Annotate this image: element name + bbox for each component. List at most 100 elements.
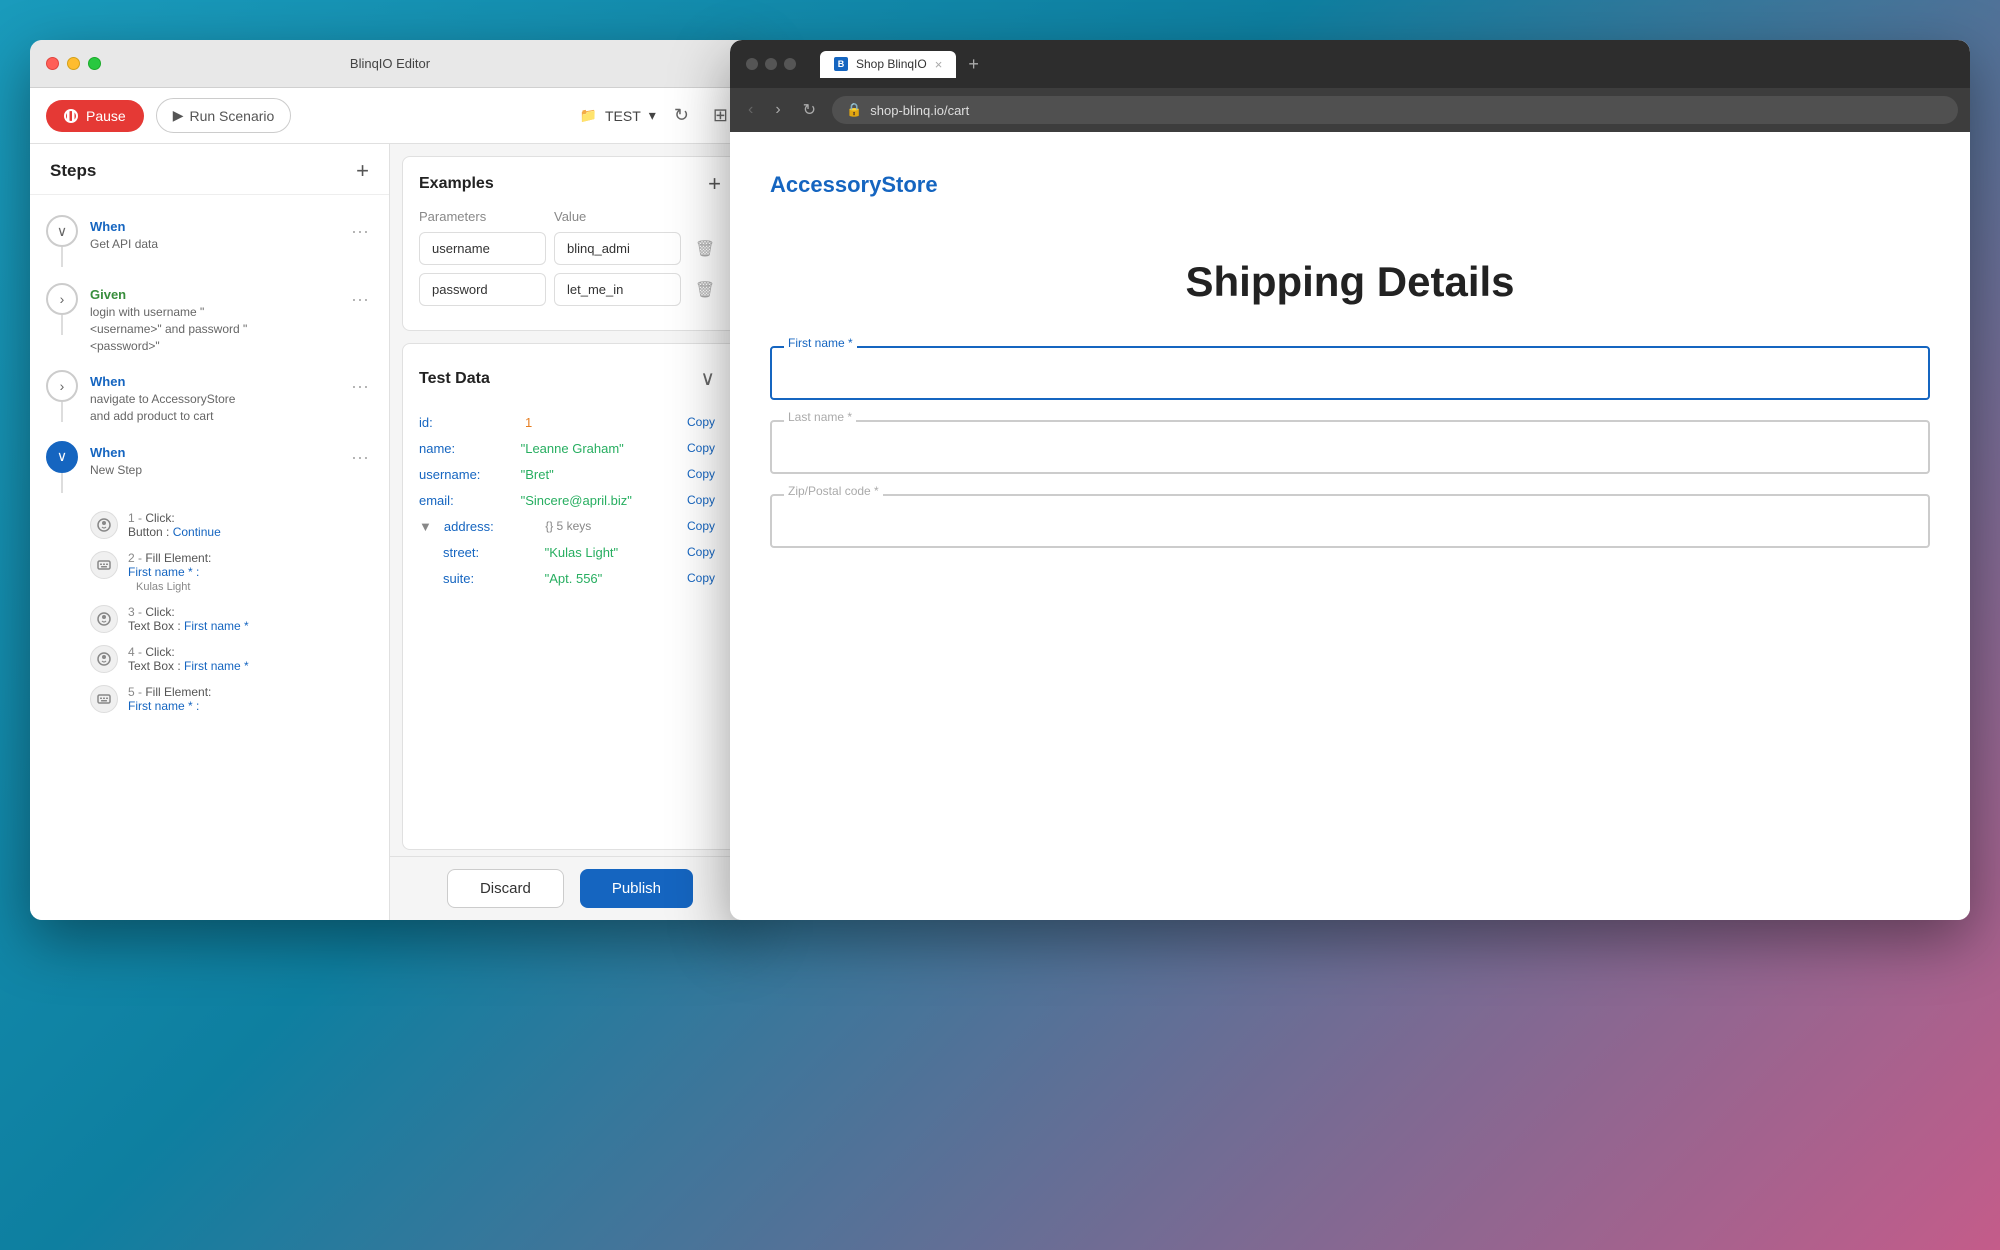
browser-tabs: B Shop BlinqIO × + bbox=[820, 50, 1954, 79]
traffic-lights bbox=[46, 57, 101, 70]
discard-button[interactable]: Discard bbox=[447, 869, 564, 908]
example-row: password let_me_in 🗑 bbox=[419, 273, 721, 306]
step-toggle[interactable]: › bbox=[46, 370, 78, 402]
browser-addressbar: ‹ › ↻ 🔒 shop-blinq.io/cart bbox=[730, 88, 1970, 132]
data-row-nested: street: "Kulas Light" Copy bbox=[419, 539, 721, 565]
folder-selector[interactable]: 📁 TEST ▾ bbox=[580, 107, 656, 124]
click-icon bbox=[90, 645, 118, 673]
pause-button[interactable]: Pause bbox=[46, 100, 144, 132]
steps-title: Steps bbox=[50, 161, 96, 181]
publish-button[interactable]: Publish bbox=[580, 869, 693, 908]
step-line bbox=[61, 402, 63, 422]
step-description: navigate to AccessoryStoreand add produc… bbox=[90, 391, 335, 425]
step-line bbox=[61, 473, 63, 493]
browser-tab-active[interactable]: B Shop BlinqIO × bbox=[820, 51, 956, 78]
delete-example-button[interactable]: 🗑 bbox=[689, 274, 721, 306]
step-type-when: When bbox=[90, 374, 335, 389]
data-key: username: bbox=[419, 467, 509, 482]
run-scenario-button[interactable]: ▶ Run Scenario bbox=[156, 98, 292, 133]
last-name-label: Last name * bbox=[784, 410, 856, 424]
data-value: "Bret" bbox=[517, 467, 673, 482]
data-key: email: bbox=[419, 493, 509, 508]
folder-icon: 📁 bbox=[580, 107, 597, 124]
steps-list: ∨ When Get API data ··· › bbox=[30, 195, 389, 920]
window-title: BlinqIO Editor bbox=[350, 56, 430, 71]
step-line bbox=[61, 247, 63, 267]
chevron-down-icon: ▾ bbox=[649, 107, 656, 124]
step-toggle[interactable]: › bbox=[46, 283, 78, 315]
sub-step-detail: Text Box : bbox=[128, 659, 184, 673]
forward-button[interactable]: › bbox=[769, 97, 786, 123]
expand-icon[interactable]: ▼ bbox=[419, 519, 432, 534]
step-more-button[interactable]: ··· bbox=[347, 443, 373, 472]
browser-titlebar: B Shop BlinqIO × + bbox=[730, 40, 1970, 88]
examples-section: Examples + Parameters Value username bli… bbox=[402, 156, 738, 331]
last-name-input[interactable] bbox=[770, 420, 1930, 474]
maximize-button[interactable] bbox=[88, 57, 101, 70]
sub-step-action: Fill Element: bbox=[145, 551, 211, 565]
add-example-button[interactable]: + bbox=[708, 173, 721, 195]
refresh-button[interactable]: ↻ bbox=[668, 99, 695, 132]
browser-window: B Shop BlinqIO × + ‹ › ↻ 🔒 shop-blinq.io… bbox=[730, 40, 1970, 920]
sub-step-action: Click: bbox=[145, 645, 174, 659]
sub-step-field-link[interactable]: First name * : bbox=[128, 565, 199, 579]
close-button[interactable] bbox=[46, 57, 59, 70]
step-type-when: When bbox=[90, 445, 335, 460]
step-toggle[interactable]: ∨ bbox=[46, 215, 78, 247]
new-tab-button[interactable]: + bbox=[960, 50, 987, 79]
add-step-button[interactable]: + bbox=[356, 160, 369, 182]
steps-header: Steps + bbox=[30, 144, 389, 195]
copy-button[interactable]: Copy bbox=[681, 413, 721, 431]
step-more-button[interactable]: ··· bbox=[347, 217, 373, 246]
test-data-collapse-button[interactable]: ∨ bbox=[694, 360, 721, 397]
minimize-button[interactable] bbox=[67, 57, 80, 70]
tab-favicon: B bbox=[834, 57, 848, 71]
step-connector: ∨ bbox=[46, 441, 78, 493]
sub-step-value: Kulas Light bbox=[128, 581, 190, 593]
step-item: › When navigate to AccessoryStoreand add… bbox=[30, 362, 389, 433]
right-panel: Examples + Parameters Value username bli… bbox=[390, 144, 750, 920]
click-icon bbox=[90, 511, 118, 539]
copy-button[interactable]: Copy bbox=[681, 569, 721, 587]
step-more-button[interactable]: ··· bbox=[347, 372, 373, 401]
back-button[interactable]: ‹ bbox=[742, 97, 759, 123]
sub-step-action: Fill Element: bbox=[145, 685, 211, 699]
sub-step-field-link[interactable]: First name * : bbox=[128, 699, 199, 713]
sub-step-link[interactable]: First name * bbox=[184, 659, 249, 673]
keyboard-icon bbox=[90, 551, 118, 579]
step-item: ∨ When Get API data ··· bbox=[30, 207, 389, 275]
param-column-header: Parameters bbox=[419, 209, 546, 224]
delete-example-button[interactable]: 🗑 bbox=[689, 233, 721, 265]
param-cell[interactable]: password bbox=[419, 273, 546, 306]
step-more-button[interactable]: ··· bbox=[347, 285, 373, 314]
sub-step-link[interactable]: Continue bbox=[173, 525, 221, 539]
data-key: id: bbox=[419, 415, 509, 430]
refresh-button[interactable]: ↻ bbox=[797, 96, 822, 124]
value-cell[interactable]: let_me_in bbox=[554, 273, 681, 306]
play-icon: ▶ bbox=[173, 107, 184, 124]
store-name-colored: Store bbox=[881, 172, 937, 197]
step-connector: ∨ bbox=[46, 215, 78, 267]
sub-step-detail: Button : bbox=[128, 525, 173, 539]
step-description: New Step bbox=[90, 462, 335, 479]
param-cell[interactable]: username bbox=[419, 232, 546, 265]
step-description: login with username "<username>" and pas… bbox=[90, 304, 335, 354]
copy-button[interactable]: Copy bbox=[681, 439, 721, 457]
desktop: BlinqIO Editor Pause ▶ Run Scenario 📁 bbox=[0, 0, 2000, 1250]
step-line bbox=[61, 315, 63, 335]
browser-close[interactable] bbox=[746, 58, 758, 70]
step-toggle-active[interactable]: ∨ bbox=[46, 441, 78, 473]
data-value: 1 bbox=[525, 415, 673, 430]
copy-button[interactable]: Copy bbox=[681, 543, 721, 561]
address-bar[interactable]: 🔒 shop-blinq.io/cart bbox=[832, 96, 1958, 124]
browser-maximize[interactable] bbox=[784, 58, 796, 70]
copy-button[interactable]: Copy bbox=[681, 465, 721, 483]
first-name-input[interactable] bbox=[770, 346, 1930, 400]
tab-close-button[interactable]: × bbox=[935, 57, 943, 72]
zip-code-input[interactable] bbox=[770, 494, 1930, 548]
copy-button[interactable]: Copy bbox=[681, 491, 721, 509]
copy-button[interactable]: Copy bbox=[681, 517, 721, 535]
value-cell[interactable]: blinq_admi bbox=[554, 232, 681, 265]
sub-step-link[interactable]: First name * bbox=[184, 619, 249, 633]
browser-minimize[interactable] bbox=[765, 58, 777, 70]
